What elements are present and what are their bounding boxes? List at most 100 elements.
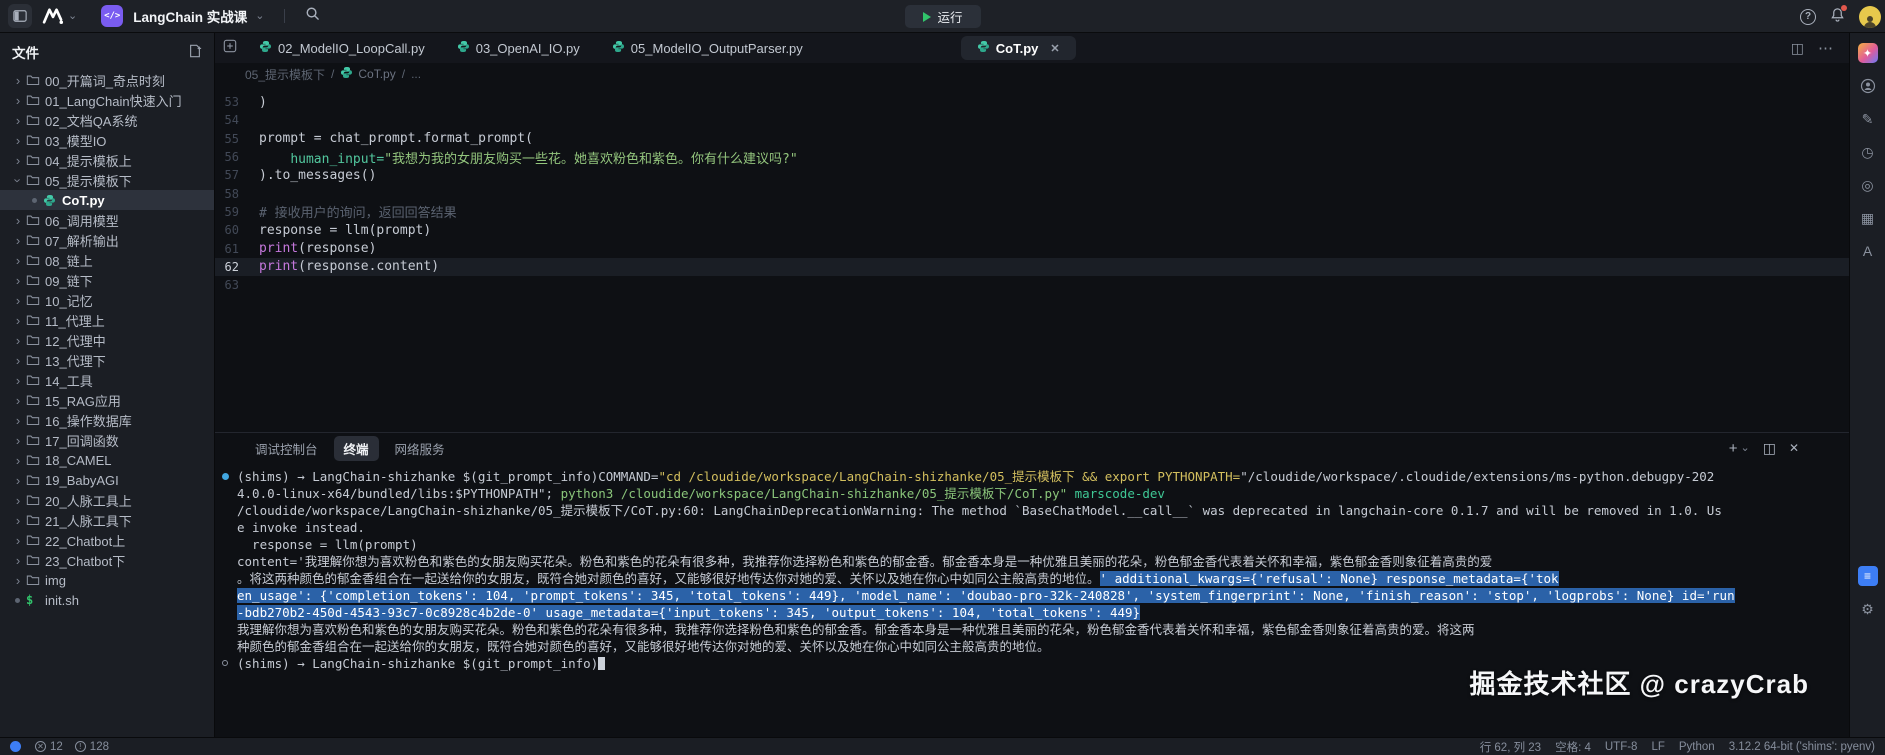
- settings-gear-icon[interactable]: ⚙: [1858, 599, 1878, 619]
- status-language[interactable]: Python: [1679, 741, 1715, 753]
- notifications-button[interactable]: [1830, 7, 1845, 27]
- folder-icon: [26, 494, 40, 506]
- tree-item[interactable]: ›00_开篇词_奇点时刻: [0, 70, 214, 90]
- editor-tab[interactable]: CoT.py✕: [961, 36, 1076, 60]
- tree-item[interactable]: ›19_BabyAGI: [0, 470, 214, 490]
- product-menu[interactable]: ⌄: [42, 8, 77, 24]
- preview-icon[interactable]: ◎: [1858, 175, 1878, 195]
- tree-item[interactable]: ›06_调用模型: [0, 210, 214, 230]
- extensions-grid-icon[interactable]: ▦: [1858, 208, 1878, 228]
- editor-tab[interactable]: 05_ModelIO_OutputParser.py: [596, 36, 819, 60]
- tree-item[interactable]: ›15_RAG应用: [0, 390, 214, 410]
- tree-item[interactable]: ›16_操作数据库: [0, 410, 214, 430]
- more-actions-icon[interactable]: ⋯: [1818, 39, 1833, 57]
- prompt-bullet-icon: [222, 660, 228, 666]
- tree-item[interactable]: $init.sh: [0, 590, 214, 610]
- tree-item-label: 14_工具: [45, 371, 93, 390]
- tree-item[interactable]: ›img: [0, 570, 214, 590]
- problems-indicator[interactable]: ✕ 12 ! 128: [35, 741, 109, 753]
- file-tree: ›00_开篇词_奇点时刻›01_LangChain快速入门›02_文档QA系统›…: [0, 68, 214, 737]
- folder-icon: [26, 94, 40, 106]
- tree-item[interactable]: ›10_记忆: [0, 290, 214, 310]
- status-interpreter[interactable]: 3.12.2 64-bit ('shims': pyenv): [1729, 741, 1875, 753]
- folder-icon-slot: [26, 294, 45, 306]
- status-indent[interactable]: 空格: 4: [1555, 739, 1591, 755]
- tree-item[interactable]: ›22_Chatbot上: [0, 530, 214, 550]
- tree-item[interactable]: ›09_链下: [0, 270, 214, 290]
- tree-item-label: 08_链上: [45, 251, 93, 270]
- status-cursor-position[interactable]: 行 62, 列 23: [1480, 739, 1541, 755]
- help-icon[interactable]: ?: [1800, 9, 1816, 25]
- breadcrumb-file[interactable]: CoT.py: [358, 67, 395, 81]
- run-button[interactable]: 运行: [904, 5, 980, 28]
- folder-icon: [26, 514, 40, 526]
- tree-item[interactable]: ›03_模型IO: [0, 130, 214, 150]
- docs-icon[interactable]: ≡: [1858, 566, 1878, 586]
- split-editor-icon[interactable]: ◫: [1791, 40, 1804, 57]
- editor-tab[interactable]: 03_OpenAI_IO.py: [441, 36, 596, 60]
- folder-icon: [26, 74, 40, 86]
- copilot-profile-icon[interactable]: [1858, 76, 1878, 96]
- split-panel-icon[interactable]: ◫: [1763, 440, 1776, 457]
- close-tab-icon[interactable]: ✕: [1050, 42, 1059, 55]
- breadcrumb[interactable]: 05_提示模板下 / CoT.py / ...: [215, 63, 1849, 85]
- editor-tab-bar: 02_ModelIO_LoopCall.py03_OpenAI_IO.py05_…: [215, 33, 1849, 63]
- terminal-output[interactable]: (shims) → LangChain-shizhanke $(git_prom…: [215, 463, 1849, 737]
- breadcrumb-separator: /: [331, 67, 334, 81]
- tree-item[interactable]: ›05_提示模板下: [0, 170, 214, 190]
- terminal-line: (shims) → LangChain-shizhanke $(git_prom…: [215, 468, 1849, 485]
- search-button[interactable]: [305, 6, 320, 26]
- tree-item[interactable]: ›23_Chatbot下: [0, 550, 214, 570]
- editor-tab[interactable]: 02_ModelIO_LoopCall.py: [243, 36, 441, 60]
- error-icon: ✕: [35, 741, 46, 752]
- close-panel-icon[interactable]: ✕: [1789, 441, 1799, 455]
- line-number: 53: [215, 95, 259, 109]
- person-icon: [1862, 14, 1878, 28]
- code-text: human_input="我想为我的女朋友购买一些花。她喜欢粉色和紫色。你有什么…: [259, 148, 798, 167]
- typography-icon[interactable]: A: [1858, 241, 1878, 261]
- ai-assistant-icon[interactable]: ✦: [1858, 43, 1878, 63]
- tree-item[interactable]: ›20_人脉工具上: [0, 490, 214, 510]
- toggle-sidebar-button[interactable]: [8, 4, 32, 28]
- tree-item-label: 15_RAG应用: [45, 391, 121, 410]
- selected-terminal-text: -bdb270b2-450d-4543-93c7-0c8928c4b2de-0'…: [237, 605, 1140, 620]
- tree-item[interactable]: › 14_工具: [0, 370, 214, 390]
- breadcrumb-folder[interactable]: 05_提示模板下: [245, 66, 325, 83]
- tree-item[interactable]: ›08_链上: [0, 250, 214, 270]
- chevron-collapsed-icon: ›: [10, 113, 26, 128]
- tree-item[interactable]: CoT.py: [0, 190, 214, 210]
- user-avatar[interactable]: [1859, 6, 1881, 28]
- status-encoding[interactable]: UTF-8: [1605, 741, 1638, 753]
- tree-item[interactable]: ›18_CAMEL: [0, 450, 214, 470]
- edit-icon[interactable]: ✎: [1858, 109, 1878, 129]
- panel-tab[interactable]: 网络服务: [385, 436, 455, 461]
- status-eol[interactable]: LF: [1651, 741, 1664, 753]
- tree-item-label: 00_开篇词_奇点时刻: [45, 71, 165, 90]
- workspace-switcher[interactable]: </> LangChain 实战课 ⌄: [101, 5, 264, 27]
- code-editor[interactable]: 53)5455prompt = chat_prompt.format_promp…: [215, 85, 1849, 432]
- new-terminal-button[interactable]: + ⌄: [1729, 440, 1750, 457]
- folder-icon-slot: [26, 574, 45, 586]
- new-tab-button[interactable]: [223, 39, 237, 58]
- tree-item[interactable]: ›04_提示模板上: [0, 150, 214, 170]
- terminal-text: (shims) → LangChain-shizhanke $(git_prom…: [237, 469, 658, 484]
- panel-tab[interactable]: 终端: [334, 436, 379, 461]
- code-token: prompt = chat_prompt.format_prompt(: [259, 131, 533, 146]
- tree-item-label: 04_提示模板上: [45, 151, 132, 170]
- new-file-button[interactable]: [188, 44, 202, 61]
- tree-item[interactable]: ›17_回调函数: [0, 430, 214, 450]
- tree-item[interactable]: ›11_代理上: [0, 310, 214, 330]
- tree-item[interactable]: ›12_代理中: [0, 330, 214, 350]
- notification-badge: [1841, 5, 1847, 11]
- chevron-collapsed-icon: ›: [10, 373, 26, 388]
- tree-item[interactable]: ›01_LangChain快速入门: [0, 90, 214, 110]
- history-icon[interactable]: ◷: [1858, 142, 1878, 162]
- chevron-collapsed-icon: ›: [10, 533, 26, 548]
- tree-item[interactable]: ›13_代理下: [0, 350, 214, 370]
- remote-indicator-icon[interactable]: [10, 741, 21, 752]
- tree-item[interactable]: ›21_人脉工具下: [0, 510, 214, 530]
- panel-tab[interactable]: 调试控制台: [245, 436, 328, 461]
- tree-item[interactable]: ›07_解析输出: [0, 230, 214, 250]
- tree-item[interactable]: ›02_文档QA系统: [0, 110, 214, 130]
- breadcrumb-more[interactable]: ...: [411, 67, 421, 81]
